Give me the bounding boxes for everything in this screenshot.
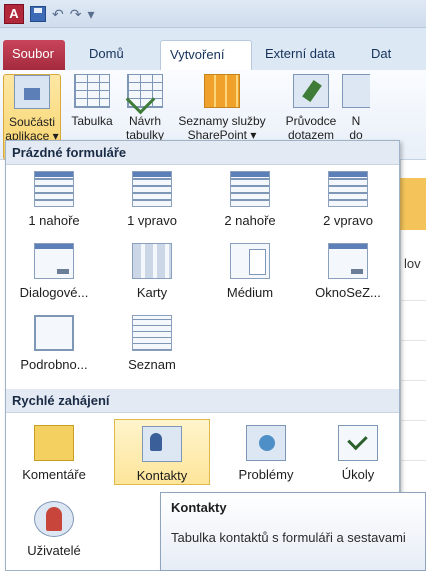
background-row-line [400, 340, 426, 341]
sharepoint-lists-button[interactable]: Seznamy služby SharePoint ▾ [172, 74, 272, 142]
gallery-item-dialog[interactable]: Dialogové... [6, 237, 102, 303]
tasks-icon [338, 425, 378, 461]
redo-icon[interactable]: ↷ [70, 6, 82, 22]
active-tab-background [400, 178, 426, 230]
gallery-item-1-top[interactable]: 1 nahoře [6, 165, 102, 231]
app-parts-icon [14, 75, 50, 109]
gallery-item-comments[interactable]: Komentáře [6, 419, 102, 485]
gallery-item-medium[interactable]: Médium [202, 237, 298, 303]
form-details-icon [34, 315, 74, 351]
item-label: 2 nahoře [224, 213, 276, 228]
gallery-item-window[interactable]: OknoSeZ... [300, 237, 396, 303]
sharepoint-lists-icon [204, 74, 240, 108]
form-1-top-icon [34, 171, 74, 207]
contacts-tooltip: Kontakty Tabulka kontaktů s formuláři a … [160, 492, 426, 571]
background-text-fragment: lov [404, 256, 421, 271]
tab-data[interactable]: Dat [362, 40, 400, 70]
item-label: Uživatelé [27, 543, 81, 558]
item-label: OknoSeZ... [315, 285, 381, 300]
form-cards-icon [132, 243, 172, 279]
table-design-button[interactable]: Návrh tabulky [122, 74, 168, 142]
undo-icon[interactable]: ↶ [52, 6, 64, 22]
gallery-item-issues[interactable]: Problémy [218, 419, 314, 485]
form-dialog-icon [34, 243, 74, 279]
table-design-icon [127, 74, 163, 108]
form-medium-icon [230, 243, 270, 279]
form-list-icon [132, 315, 172, 351]
item-label: Médium [226, 285, 274, 300]
app-parts-label-1: Součásti [8, 115, 56, 129]
query-wizard-label-1: Průvodce [285, 114, 337, 128]
item-label: 1 vpravo [127, 213, 177, 228]
title-bar: A ↶ ↷ ▾ [0, 0, 426, 28]
query-wizard-icon [293, 74, 329, 108]
item-label: Dialogové... [19, 285, 89, 300]
query-design-label-1: N [351, 114, 361, 128]
users-icon [34, 501, 74, 537]
tooltip-body: Tabulka kontaktů s formuláři a sestavami [171, 530, 406, 545]
customize-qat-icon[interactable]: ▾ [87, 6, 94, 22]
quick-start-header: Rychlé zahájení [6, 389, 399, 413]
form-2-top-icon [230, 171, 270, 207]
tab-file[interactable]: Soubor [3, 40, 65, 70]
item-label: Podrobno... [20, 357, 88, 372]
sharepoint-label-1: Seznamy služby [178, 114, 266, 128]
item-label: 1 nahoře [28, 213, 80, 228]
gallery-item-cards[interactable]: Karty [104, 237, 200, 303]
query-wizard-button[interactable]: Průvodce dotazem [282, 74, 340, 142]
background-row-line [400, 380, 426, 381]
access-app-icon[interactable]: A [4, 4, 24, 24]
tab-home[interactable]: Domů [80, 40, 133, 70]
tab-external-data[interactable]: Externí data [256, 40, 344, 70]
item-label: Úkoly [341, 467, 375, 482]
table-button[interactable]: Tabulka [66, 74, 118, 128]
gallery-item-1-right[interactable]: 1 vpravo [104, 165, 200, 231]
background-row-line [400, 300, 426, 301]
form-1-right-icon [132, 171, 172, 207]
tab-create[interactable]: Vytvoření [160, 40, 252, 70]
ribbon-tabs: Soubor Domů Vytvoření Externí data Dat [0, 28, 426, 70]
quick-access-toolbar: A ↶ ↷ ▾ [4, 4, 95, 24]
table-icon [74, 74, 110, 108]
gallery-item-2-top[interactable]: 2 nahoře [202, 165, 298, 231]
item-label: Karty [136, 285, 168, 300]
query-design-icon [342, 74, 370, 108]
blank-forms-header: Prázdné formuláře [6, 141, 399, 165]
table-design-label-1: Návrh [128, 114, 161, 128]
gallery-item-users[interactable]: Uživatelé [6, 495, 102, 561]
gallery-item-tasks[interactable]: Úkoly [310, 419, 406, 485]
item-label: 2 vpravo [323, 213, 373, 228]
table-label: Tabulka [71, 114, 113, 128]
gallery-item-contacts[interactable]: Kontakty [114, 419, 210, 485]
query-design-button[interactable]: N do [342, 74, 370, 142]
save-icon[interactable] [30, 6, 46, 22]
item-label: Problémy [238, 467, 294, 482]
comments-icon [34, 425, 74, 461]
item-label: Komentáře [22, 467, 86, 482]
form-2-right-icon [328, 171, 368, 207]
contacts-icon [142, 426, 182, 462]
issues-icon [246, 425, 286, 461]
item-label: Seznam [128, 357, 176, 372]
blank-forms-grid: 1 nahoře 1 vpravo 2 nahoře 2 vpravo Dial… [6, 165, 399, 389]
gallery-item-details[interactable]: Podrobno... [6, 309, 102, 375]
form-window-icon [328, 243, 368, 279]
gallery-item-2-right[interactable]: 2 vpravo [300, 165, 396, 231]
item-label: Kontakty [136, 468, 188, 483]
gallery-item-list[interactable]: Seznam [104, 309, 200, 375]
tooltip-title: Kontakty [171, 500, 227, 515]
